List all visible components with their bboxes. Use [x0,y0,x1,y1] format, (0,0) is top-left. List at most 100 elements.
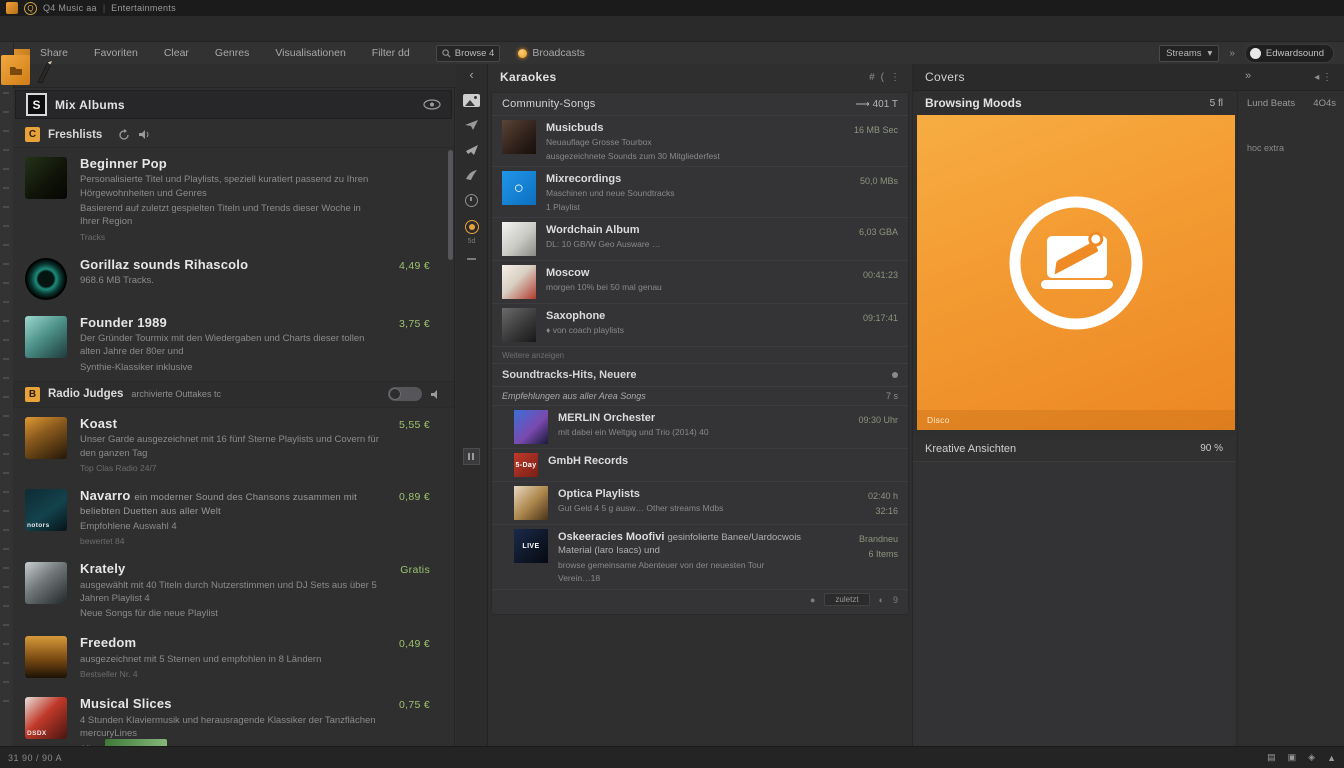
item-title[interactable]: GmbH Records [548,455,628,467]
refresh-icon[interactable] [118,128,130,141]
track-thumbnail[interactable] [514,410,548,445]
list-item[interactable]: Saxophone ♦ von coach playlists 09:17:41 [492,304,908,348]
list-item[interactable]: 5-Day GmbH Records [492,449,908,483]
track-thumbnail[interactable] [502,120,536,154]
item-title[interactable]: Saxophone [546,310,605,322]
list-item[interactable]: Freedom ausgezeichnet mit 5 Sternen und … [13,627,454,688]
grid-icon[interactable] [463,448,480,465]
item-title[interactable]: Musical Slices [80,696,172,711]
album-art-thumbnail[interactable] [25,562,67,605]
status-chart-icon[interactable]: ▲ [1327,753,1336,763]
streams-dropdown-button[interactable]: Streams ▾ [1159,44,1220,62]
list-item[interactable]: LIVE Oskeeracies Moofivi gesinfolierte B… [492,525,908,590]
list-item[interactable]: Wordchain Album DL: 10 GB/W Geo Ausware … [492,218,908,262]
item-title[interactable]: Freedom [80,635,136,650]
album-art-thumbnail[interactable]: DSDX [25,697,67,740]
header-icons[interactable]: ◂ ⋮ [1314,72,1332,83]
chevron-left-icon[interactable]: ‹ [469,68,473,81]
status-panel-icon[interactable]: ▣ [1288,752,1297,763]
more-options-icon[interactable]: ⋮ [890,72,900,83]
active-orange-badge-icon[interactable] [464,220,479,234]
left-scrollbar-thumb[interactable] [448,150,453,260]
toolbar-link-clear[interactable]: Clear [164,47,189,59]
show-more-link[interactable]: Weitere anzeigen [492,347,908,363]
item-description: Der Gründer Tourmix mit den Wiedergaben … [80,333,365,358]
eye-icon[interactable] [423,99,441,110]
list-item[interactable]: Krately ausgewählt mit 40 Titeln durch N… [13,553,454,627]
list-item[interactable]: MERLIN Orchester mit dabei ein Weltgig u… [492,406,908,450]
user-account-button[interactable]: Edwardsound [1244,43,1334,63]
list-item[interactable]: Founder 1989 Der Gründer Tourmix mit den… [13,307,454,381]
item-title[interactable]: Beginner Pop [80,156,167,171]
hash-icon[interactable]: # [869,72,875,83]
toolbar-link-favorites[interactable]: Favoriten [94,47,138,59]
clock-icon[interactable] [465,194,478,207]
toolbar-link-genres[interactable]: Genres [215,47,249,59]
plane-icon[interactable] [465,144,479,156]
soundtracks-section-header[interactable]: Soundtracks-Hits, Neuere [492,363,908,388]
item-title[interactable]: Koast [80,416,117,431]
freshlists-section-header[interactable]: C Freshlists [13,122,454,148]
item-title[interactable]: MERLIN Orchester [558,412,655,424]
browsing-moods-header[interactable]: Browsing Moods 5 fl [913,91,1235,115]
recent-pill-button[interactable]: zuletzt [824,593,870,607]
list-item[interactable]: Musicbuds Neuauflage Grosse Tourbox ausg… [492,116,908,168]
track-thumbnail[interactable]: LIVE [514,529,548,564]
community-songs-header[interactable]: Community-Songs ⟶ 401 T [492,93,908,116]
speaker-icon[interactable] [430,389,442,400]
album-art-thumbnail[interactable] [25,157,67,199]
item-title[interactable]: Krately [80,561,125,576]
bird-icon[interactable] [465,169,478,181]
track-thumbnail[interactable] [502,308,536,343]
list-item[interactable]: notors Navarro ein moderner Sound des Ch… [13,480,454,553]
section-options-icon[interactable] [892,372,898,379]
list-item[interactable]: Optica Playlists Gut Geld 4 5 g ausw… Ot… [492,482,908,526]
toolbar-link-filter[interactable]: Filter dd [372,47,410,59]
list-item[interactable]: DSDX Musical Slices 4 Stunden Klaviermus… [13,688,454,746]
toolbar-link-visualisations[interactable]: Visualisationen [275,47,345,59]
send-icon[interactable] [464,120,479,131]
item-title[interactable]: Navarro [80,488,131,503]
item-title[interactable]: Moscow [546,267,589,279]
left-panel-header[interactable]: S Mix Albums [15,90,452,119]
track-thumbnail[interactable]: 5-Day [514,453,538,478]
half-circle-icon[interactable]: ◐ [879,595,884,605]
image-icon[interactable] [463,94,480,107]
list-item[interactable]: ◯ Mixrecordings Maschinen und neue Sound… [492,167,908,219]
radio-judges-section-header[interactable]: B Radio Judges archivierte Outtakes tc [13,380,454,408]
list-item[interactable]: Moscow morgen 10% bei 50 mal genau 00:41… [492,261,908,305]
list-item[interactable]: Beginner Pop Personalisierte Titel und P… [13,148,454,249]
track-thumbnail[interactable] [502,265,536,300]
section-toggle[interactable] [388,387,422,402]
album-art-thumbnail[interactable] [25,257,67,300]
speaker-icon[interactable] [138,129,150,140]
item-title[interactable]: Mixrecordings [546,173,621,185]
active-library-icon[interactable] [1,55,30,85]
left-tick-rail[interactable] [0,42,14,746]
album-art-thumbnail[interactable] [25,636,67,679]
track-thumbnail[interactable]: ◯ [502,171,536,206]
bracket-icon[interactable]: ( [881,72,884,83]
album-art-placeholder[interactable]: Disco [917,115,1235,430]
item-title[interactable]: Gorillaz sounds Rihascolo [80,257,248,272]
track-thumbnail[interactable] [502,222,536,257]
dot-icon[interactable]: ● [810,595,815,605]
status-rows-icon[interactable]: ▤ [1267,752,1276,763]
search-input[interactable]: Browse 4 [435,44,501,62]
narrow-column-chevrons-icon[interactable]: » [1245,70,1251,82]
item-title[interactable]: Optica Playlists [558,488,640,500]
list-item[interactable]: Koast Unser Garde ausgezeichnet mit 16 f… [13,408,454,480]
album-art-thumbnail[interactable] [25,416,67,459]
track-thumbnail[interactable] [514,486,548,521]
chevrons-icon[interactable]: » [1229,48,1235,59]
toolbar-link-broadcasts[interactable]: Broadcasts [532,47,585,59]
status-diamond-icon[interactable]: ◈ [1308,752,1315,763]
creative-views-row[interactable]: Kreative Ansichten 90 % [913,436,1235,462]
list-item[interactable]: Gorillaz sounds Rihascolo 968.6 MB Track… [13,249,454,307]
item-title[interactable]: Wordchain Album [546,224,640,236]
item-title[interactable]: Oskeeracies Moofivi [558,531,664,543]
album-art-thumbnail[interactable]: notors [25,488,67,531]
item-title[interactable]: Founder 1989 [80,315,167,330]
album-art-thumbnail[interactable] [25,315,67,358]
item-title[interactable]: Musicbuds [546,122,603,134]
